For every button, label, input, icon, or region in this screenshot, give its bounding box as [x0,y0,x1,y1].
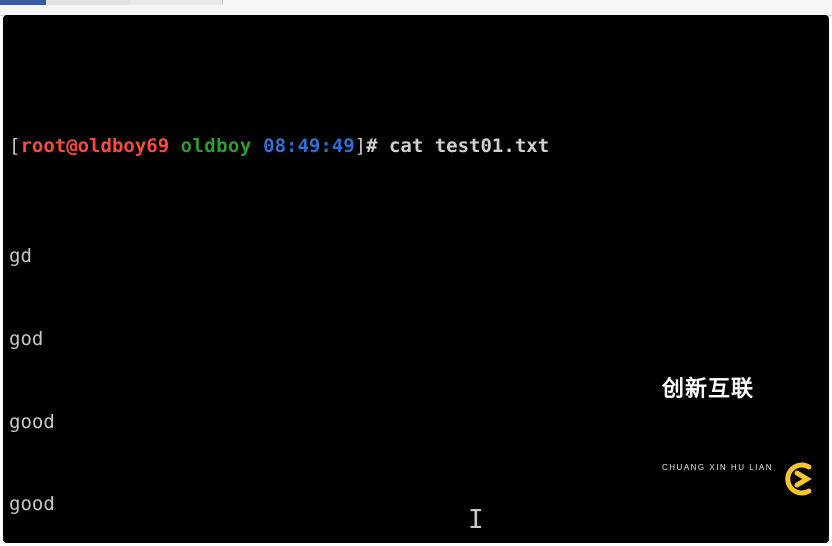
terminal[interactable]: [root@oldboy69 oldboy 08:49:49]# cat tes… [3,15,829,543]
window-tab-strip [0,0,832,16]
command-text: cat test01.txt [389,135,549,157]
watermark: 创新互联 CHUANG XIN HU LIAN [662,318,819,529]
terminal-output: gd [9,243,823,271]
prompt-cwd: oldboy [181,135,252,157]
watermark-text: 创新互联 CHUANG XIN HU LIAN [662,318,773,529]
tab-slot-1 [46,0,130,5]
tab-slot-2 [130,0,223,5]
watermark-logo-icon [783,406,819,442]
prompt-time: 08:49:49 [263,135,355,157]
tab-accent [0,0,46,5]
terminal-line: [root@oldboy69 oldboy 08:49:49]# cat tes… [9,133,823,161]
text-cursor-ibeam-icon: I [468,502,484,540]
prompt-user: root@oldboy69 [20,135,169,157]
screenshot-root: [root@oldboy69 oldboy 08:49:49]# cat tes… [0,0,832,546]
